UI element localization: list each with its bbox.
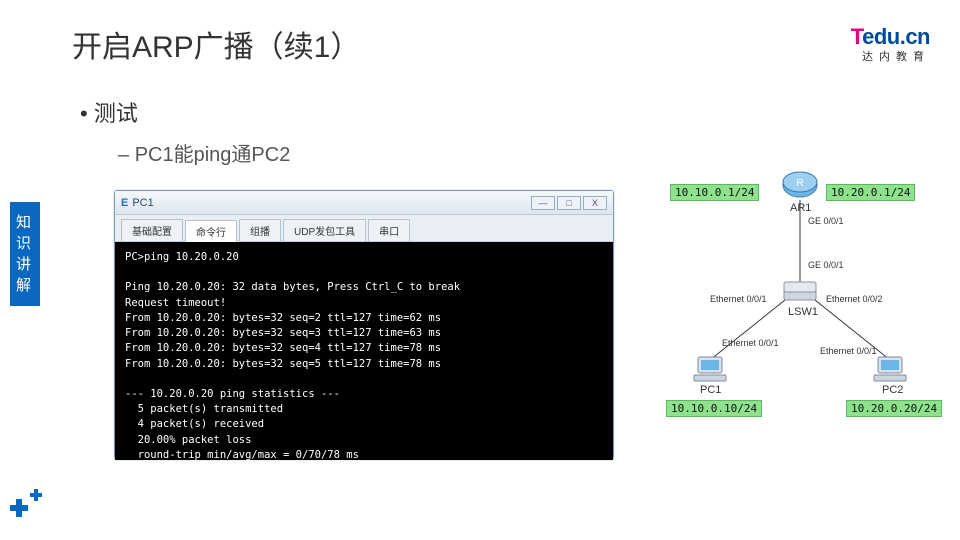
bullet2-text: PC1能ping通PC2	[135, 144, 291, 166]
corner-logo	[10, 487, 50, 528]
bullet-level1: • 测试	[80, 96, 138, 128]
router-icon: R	[782, 170, 818, 205]
maximize-button[interactable]: □	[557, 196, 581, 210]
svg-text:R: R	[796, 178, 803, 189]
tab-udp-tool[interactable]: UDP发包工具	[283, 219, 366, 241]
pc2-label: PC2	[882, 384, 903, 396]
pc2-ip: 10.20.0.20/24	[846, 400, 942, 417]
brand-logo: Tedu.cn 达内教育	[851, 24, 930, 64]
logo-t: T	[851, 24, 862, 49]
pc2-port: Ethernet 0/0/1	[820, 346, 877, 356]
app-icon: E	[121, 197, 128, 209]
page-title: 开启ARP广播（续1）	[72, 22, 360, 66]
side-tab: 知识讲解	[10, 202, 40, 306]
bullet-level2: – PC1能ping通PC2	[118, 138, 290, 167]
terminal-output[interactable]: PC>ping 10.20.0.20 Ping 10.20.0.20: 32 d…	[115, 242, 613, 460]
ar1-label: AR1	[790, 202, 811, 214]
pc1-window: E PC1 — □ X 基础配置 命令行 组播 UDP发包工具 串口 PC>pi…	[114, 190, 614, 460]
tab-cli[interactable]: 命令行	[185, 220, 237, 242]
close-button[interactable]: X	[583, 196, 607, 210]
lsw1-label: LSW1	[788, 306, 818, 318]
tab-serial[interactable]: 串口	[368, 219, 410, 241]
window-tabs: 基础配置 命令行 组播 UDP发包工具 串口	[115, 215, 613, 242]
window-title: PC1	[132, 197, 153, 209]
window-titlebar[interactable]: E PC1 — □ X	[115, 191, 613, 215]
lsw1-port-right: Ethernet 0/0/2	[826, 294, 883, 304]
network-diagram: R 10.10.0.1/24 10.20.0.1/24 AR1 GE 0/0/1…	[660, 160, 940, 420]
ar1-ip-left: 10.10.0.1/24	[670, 184, 759, 201]
side-tab-text: 知识讲解	[16, 212, 34, 296]
logo-cn: cn	[905, 24, 930, 49]
ar1-ip-right: 10.20.0.1/24	[826, 184, 915, 201]
ar1-port: GE 0/0/1	[808, 216, 844, 226]
pc1-ip: 10.10.0.10/24	[666, 400, 762, 417]
pc1-label: PC1	[700, 384, 721, 396]
lsw1-port-up: GE 0/0/1	[808, 260, 844, 270]
lsw1-port-left: Ethernet 0/0/1	[710, 294, 767, 304]
logo-subtitle: 达内教育	[851, 48, 930, 64]
logo-edu: edu.	[862, 24, 905, 49]
tab-basic-config[interactable]: 基础配置	[121, 219, 183, 241]
bullet1-text: 测试	[94, 101, 138, 126]
pc1-port: Ethernet 0/0/1	[722, 338, 779, 348]
minimize-button[interactable]: —	[531, 196, 555, 210]
tab-multicast[interactable]: 组播	[239, 219, 281, 241]
